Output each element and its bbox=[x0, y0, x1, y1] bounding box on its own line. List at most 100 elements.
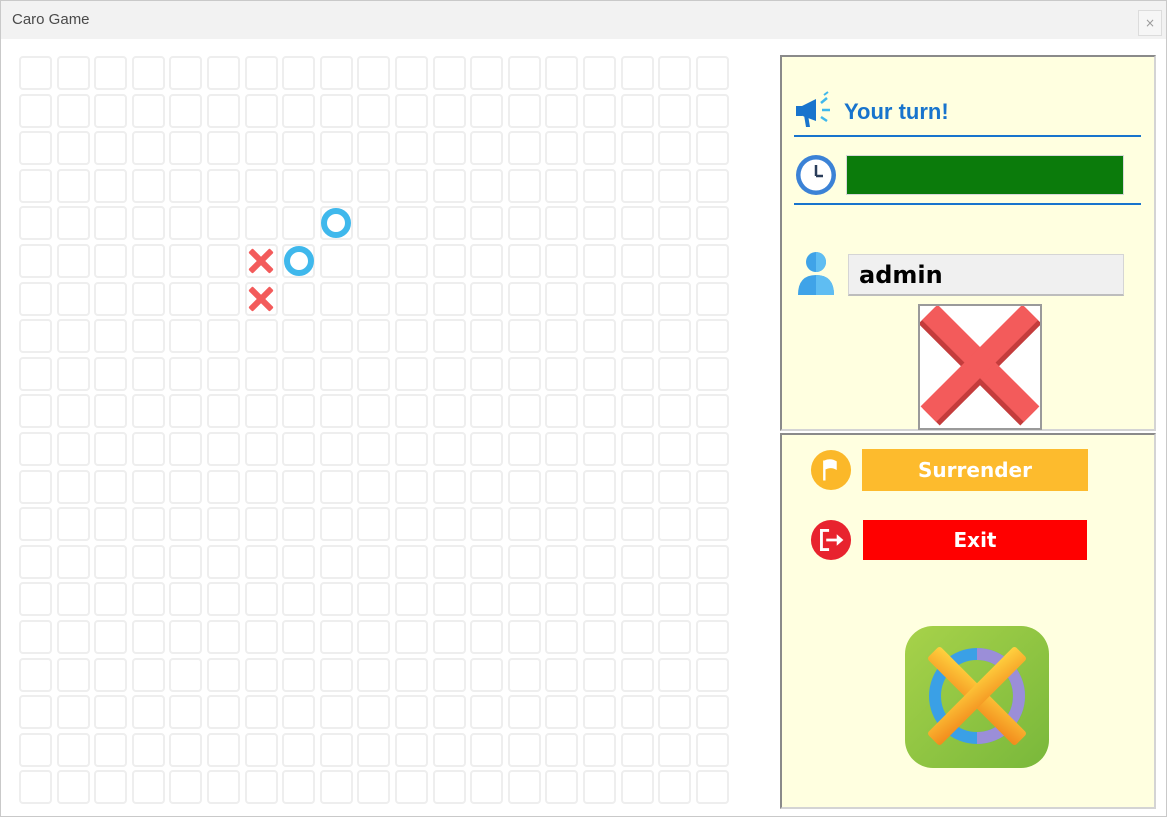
board-cell[interactable] bbox=[357, 620, 391, 654]
board-cell[interactable] bbox=[282, 206, 316, 241]
board-cell[interactable] bbox=[169, 319, 203, 354]
board-cell[interactable] bbox=[470, 770, 504, 805]
board-cell[interactable] bbox=[695, 770, 729, 805]
board-cell[interactable] bbox=[545, 432, 579, 466]
board-cell[interactable] bbox=[658, 582, 692, 617]
close-button[interactable]: × bbox=[1138, 10, 1162, 36]
board-cell[interactable] bbox=[357, 507, 391, 542]
board-cell[interactable] bbox=[282, 356, 316, 391]
board-cell[interactable] bbox=[507, 56, 541, 90]
board-cell[interactable] bbox=[545, 319, 579, 354]
board-cell[interactable] bbox=[19, 620, 52, 654]
board-cell[interactable] bbox=[169, 582, 203, 617]
board-cell[interactable] bbox=[19, 168, 52, 203]
board-cell[interactable] bbox=[19, 131, 52, 166]
board-cell[interactable] bbox=[357, 244, 391, 278]
board-cell[interactable] bbox=[620, 319, 654, 354]
board-cell[interactable] bbox=[207, 732, 240, 767]
board-cell[interactable] bbox=[620, 281, 654, 316]
board-cell[interactable] bbox=[94, 319, 128, 354]
board-cell[interactable] bbox=[507, 319, 541, 354]
board-cell[interactable] bbox=[319, 695, 353, 730]
board-cell[interactable] bbox=[169, 432, 203, 466]
board-cell[interactable] bbox=[282, 131, 316, 166]
board-cell[interactable] bbox=[357, 469, 391, 504]
board-cell[interactable] bbox=[583, 469, 616, 504]
board-cell[interactable] bbox=[583, 206, 616, 241]
board-cell[interactable] bbox=[507, 620, 541, 654]
board-cell[interactable] bbox=[244, 732, 278, 767]
board-cell[interactable] bbox=[583, 281, 616, 316]
board-cell[interactable] bbox=[207, 582, 240, 617]
board-cell[interactable] bbox=[470, 469, 504, 504]
board-cell[interactable] bbox=[507, 281, 541, 316]
board-cell[interactable] bbox=[395, 620, 428, 654]
board-cell[interactable] bbox=[545, 168, 579, 203]
board-cell[interactable] bbox=[244, 507, 278, 542]
board-cell[interactable] bbox=[620, 432, 654, 466]
board-cell[interactable] bbox=[620, 394, 654, 429]
board-cell[interactable] bbox=[169, 206, 203, 241]
board-cell[interactable] bbox=[695, 168, 729, 203]
board-cell[interactable] bbox=[545, 544, 579, 579]
board-cell[interactable] bbox=[432, 356, 466, 391]
board-cell[interactable] bbox=[620, 695, 654, 730]
board-cell[interactable] bbox=[131, 131, 165, 166]
board-cell[interactable] bbox=[94, 620, 128, 654]
board-cell[interactable] bbox=[244, 695, 278, 730]
board-cell[interactable] bbox=[583, 244, 616, 278]
board-cell[interactable] bbox=[470, 56, 504, 90]
board-cell[interactable] bbox=[169, 657, 203, 692]
board-cell[interactable] bbox=[56, 770, 90, 805]
board-cell[interactable] bbox=[207, 432, 240, 466]
board-cell[interactable] bbox=[94, 469, 128, 504]
board-cell[interactable] bbox=[244, 56, 278, 90]
board-cell[interactable] bbox=[620, 93, 654, 128]
board-cell[interactable] bbox=[470, 544, 504, 579]
board-cell[interactable] bbox=[131, 507, 165, 542]
board-cell[interactable] bbox=[507, 356, 541, 391]
board-cell[interactable] bbox=[620, 732, 654, 767]
board-cell[interactable] bbox=[695, 620, 729, 654]
board-cell[interactable] bbox=[94, 770, 128, 805]
board-cell[interactable] bbox=[94, 168, 128, 203]
board-cell[interactable] bbox=[244, 168, 278, 203]
board-cell[interactable] bbox=[658, 695, 692, 730]
board-cell[interactable] bbox=[207, 620, 240, 654]
board-cell[interactable] bbox=[395, 244, 428, 278]
board-cell[interactable] bbox=[207, 56, 240, 90]
board-cell[interactable] bbox=[282, 657, 316, 692]
board-cell[interactable] bbox=[19, 732, 52, 767]
board-cell[interactable] bbox=[19, 432, 52, 466]
board-cell[interactable] bbox=[244, 131, 278, 166]
board-cell[interactable] bbox=[169, 168, 203, 203]
board-cell[interactable] bbox=[131, 732, 165, 767]
board-cell[interactable] bbox=[131, 93, 165, 128]
board-cell[interactable] bbox=[282, 732, 316, 767]
board-cell[interactable] bbox=[545, 582, 579, 617]
board-cell[interactable] bbox=[319, 582, 353, 617]
board-cell[interactable] bbox=[432, 206, 466, 241]
board-cell[interactable] bbox=[507, 507, 541, 542]
board-cell[interactable] bbox=[56, 56, 90, 90]
board-cell[interactable] bbox=[94, 582, 128, 617]
board-cell[interactable] bbox=[658, 620, 692, 654]
board-cell[interactable] bbox=[583, 131, 616, 166]
board-cell[interactable] bbox=[131, 56, 165, 90]
board-cell[interactable] bbox=[470, 244, 504, 278]
board-cell[interactable] bbox=[207, 770, 240, 805]
board-cell[interactable] bbox=[432, 56, 466, 90]
board-cell[interactable] bbox=[658, 168, 692, 203]
board-cell[interactable] bbox=[319, 657, 353, 692]
board-cell[interactable] bbox=[545, 695, 579, 730]
board-cell[interactable] bbox=[658, 432, 692, 466]
board-cell[interactable] bbox=[282, 168, 316, 203]
board-cell[interactable] bbox=[19, 93, 52, 128]
board-cell[interactable] bbox=[244, 93, 278, 128]
board-cell[interactable] bbox=[507, 93, 541, 128]
board-cell[interactable] bbox=[620, 507, 654, 542]
board-cell[interactable] bbox=[583, 657, 616, 692]
board-cell[interactable] bbox=[395, 394, 428, 429]
board-cell[interactable] bbox=[19, 319, 52, 354]
board-cell[interactable] bbox=[695, 544, 729, 579]
